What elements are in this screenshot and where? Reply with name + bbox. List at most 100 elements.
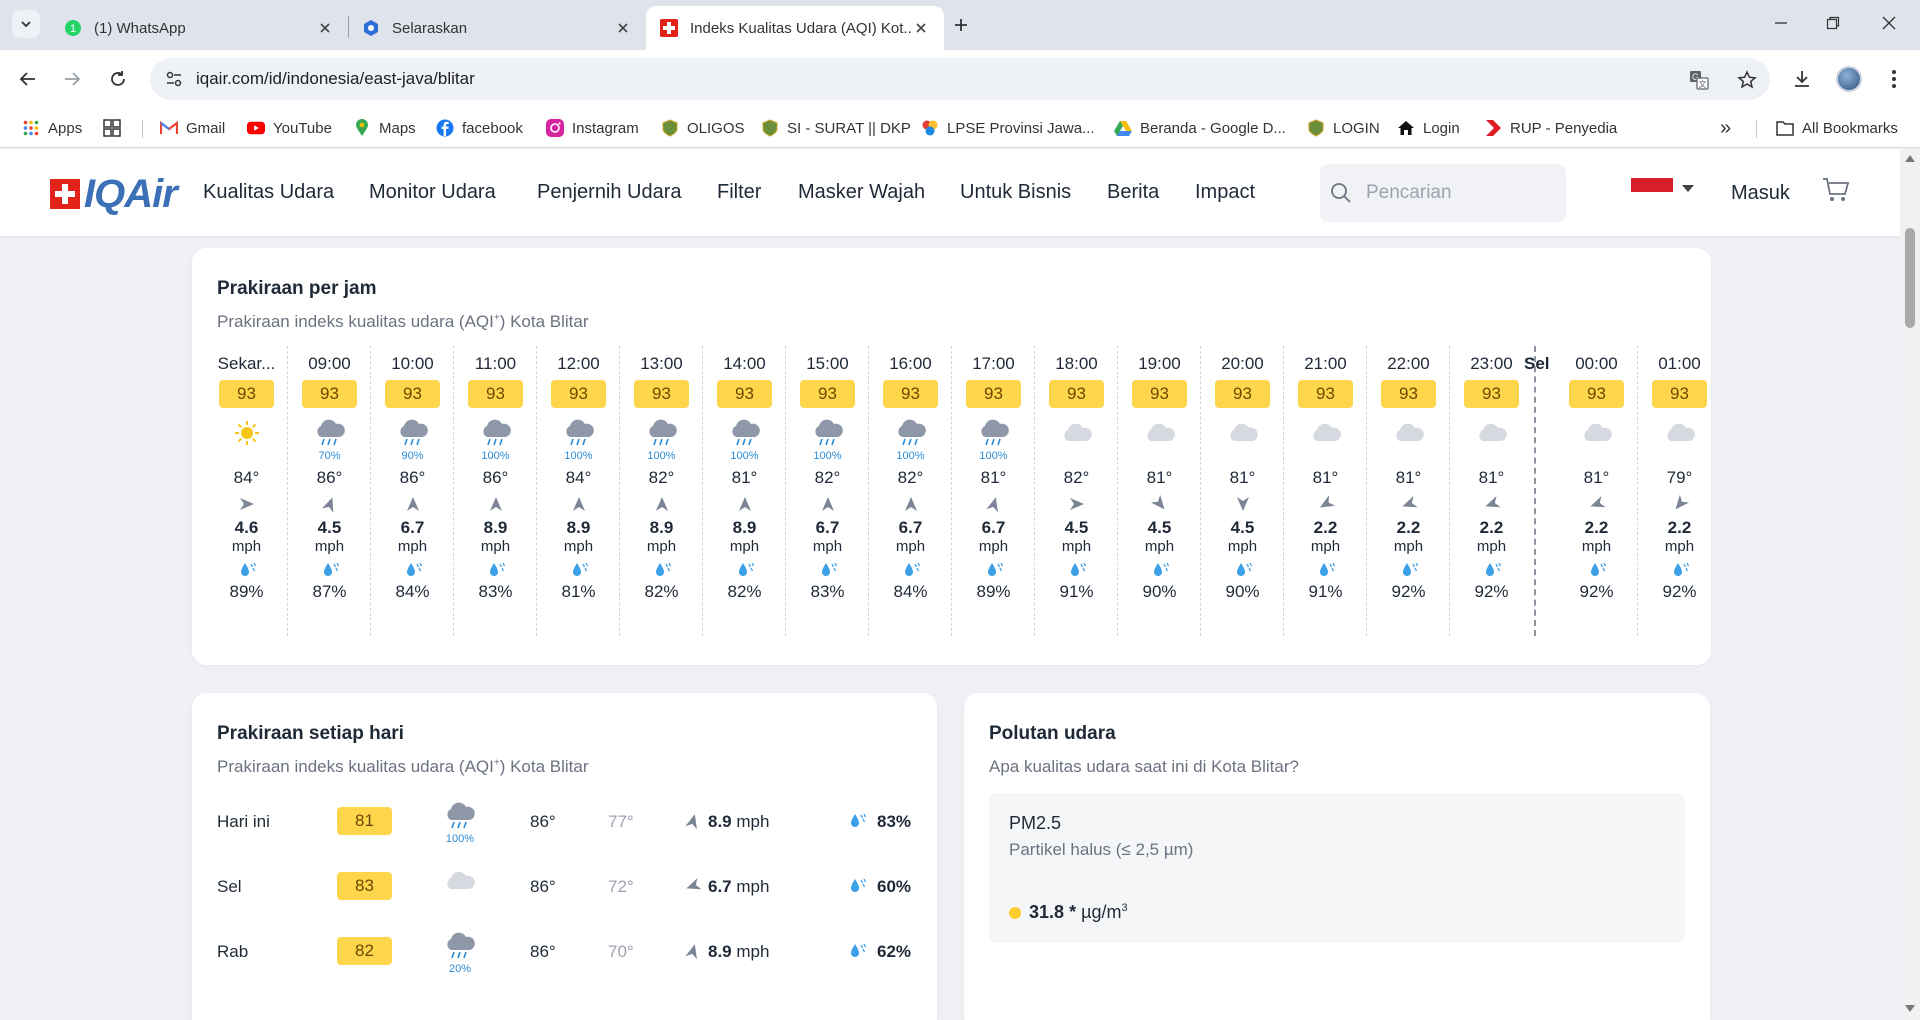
new-tab-button[interactable]	[948, 12, 974, 38]
daily-row[interactable]: Sel 83 86° 72° 60% 6.7 mph	[192, 858, 937, 918]
profile-avatar[interactable]	[1836, 66, 1862, 92]
humidity-drop-icon	[735, 560, 757, 578]
humidity-drop-icon	[847, 811, 869, 829]
more-bookmarks-button[interactable]: »	[1720, 117, 1731, 139]
bookmark-maps[interactable]: Maps	[353, 118, 416, 138]
scroll-down-arrow-icon[interactable]	[1905, 1005, 1915, 1012]
wind-speed: 4.5	[1230, 518, 1255, 537]
bookmark-gmail[interactable]: Gmail	[160, 118, 225, 138]
site-search[interactable]	[1320, 164, 1566, 222]
iqair-logo[interactable]: IQAir	[50, 172, 178, 216]
bookmark-facebook[interactable]: facebook	[436, 118, 523, 138]
back-button[interactable]	[14, 65, 42, 93]
download-icon	[1795, 71, 1809, 87]
temperature: 81°	[1146, 468, 1173, 487]
humidity-drop-icon	[1670, 560, 1692, 578]
minimize-button[interactable]	[1768, 10, 1794, 36]
tab-iqair[interactable]: Indeks Kualitas Udara (AQI) Kot...	[646, 6, 944, 50]
temperature: 86°	[316, 468, 343, 487]
tab-whatsapp[interactable]: 1 (1) WhatsApp	[50, 6, 348, 50]
rain-cloud-icon	[478, 418, 514, 448]
tab-selaraskan[interactable]: Selaraskan	[348, 6, 646, 50]
nav-filter[interactable]: Filter	[717, 181, 761, 204]
forward-button[interactable]	[58, 65, 86, 93]
nav-monitor-udara[interactable]: Monitor Udara	[369, 181, 496, 204]
scrollbar-thumb[interactable]	[1905, 228, 1915, 328]
bookmark-label: All Bookmarks	[1802, 119, 1898, 137]
humidity-drop-icon	[403, 560, 425, 578]
cart-icon[interactable]	[1822, 177, 1850, 203]
tab-search-button[interactable]	[12, 10, 40, 38]
aqi-badge: 93	[1215, 380, 1270, 408]
bookmark-rup-penyedia[interactable]: RUP - Penyedia	[1484, 118, 1617, 138]
wind-speed: 8.9	[566, 518, 591, 537]
url-text[interactable]: iqair.com/id/indonesia/east-java/blitar	[196, 69, 475, 89]
low-temperature: 77°	[608, 812, 634, 831]
nav-berita[interactable]: Berita	[1107, 181, 1159, 204]
bookmark-oligos[interactable]: OLIGOS	[661, 118, 745, 138]
bookmark-lpse[interactable]: LPSE Provinsi Jawa...	[921, 118, 1095, 138]
address-bar[interactable]: iqair.com/id/indonesia/east-java/blitar …	[150, 58, 1770, 100]
star-icon[interactable]	[1736, 69, 1758, 91]
restore-button[interactable]	[1820, 10, 1846, 36]
close-icon[interactable]	[912, 19, 930, 37]
close-icon[interactable]	[316, 19, 334, 37]
wind-direction-arrow-icon	[685, 813, 701, 830]
bookmark-login-home[interactable]: Login	[1397, 118, 1460, 138]
all-bookmarks-button[interactable]: All Bookmarks	[1776, 118, 1898, 138]
nav-kualitas-udara[interactable]: Kualitas Udara	[203, 181, 334, 204]
hour-time: 20:00	[1221, 354, 1264, 373]
browser-menu-button[interactable]	[1880, 65, 1908, 93]
close-icon[interactable]	[614, 19, 632, 37]
bookmark-instagram[interactable]: Instagram	[546, 118, 639, 138]
temperature: 81°	[1583, 468, 1610, 487]
wind-speed: 2.2	[1479, 518, 1504, 537]
pollutant-pm25[interactable]: PM2.5 Partikel halus (≤ 2,5 µm) 31.8 * µ…	[989, 793, 1685, 943]
daily-row[interactable]: Rab 82 20% 86° 70° 62% 8.9 mph	[192, 923, 937, 983]
day-name: Rab	[217, 942, 249, 961]
nav-masker-wajah[interactable]: Masker Wajah	[798, 181, 925, 204]
translate-icon[interactable]: G文	[1688, 69, 1710, 91]
search-input[interactable]	[1366, 178, 1556, 208]
aqi-badge: 93	[634, 380, 689, 408]
browser-toolbar: iqair.com/id/indonesia/east-java/blitar …	[0, 50, 1920, 108]
aqi-badge: 82	[337, 937, 392, 965]
bookmark-youtube[interactable]: YouTube	[247, 118, 332, 138]
bookmark-login-emblem[interactable]: LOGIN	[1307, 118, 1380, 138]
close-window-button[interactable]	[1876, 10, 1902, 36]
reload-button[interactable]	[104, 65, 132, 93]
wind-speed: 6.7	[815, 518, 840, 537]
site-settings-icon[interactable]	[164, 69, 184, 89]
bookmark-apps[interactable]: Apps	[22, 118, 82, 138]
scroll-up-arrow-icon[interactable]	[1905, 155, 1915, 162]
rain-chance: 90%	[401, 450, 424, 462]
arrow-right-icon	[65, 72, 81, 86]
caret-down-icon[interactable]	[1682, 185, 1694, 192]
indonesia-flag-icon[interactable]	[1631, 178, 1673, 192]
nav-impact[interactable]: Impact	[1195, 181, 1255, 204]
wind-unit: mph	[1476, 538, 1507, 555]
temperature: 81°	[1312, 468, 1339, 487]
lpse-icon	[921, 119, 939, 137]
temperature: 81°	[731, 468, 758, 487]
bookmark-si-surat[interactable]: SI - SURAT || DKP	[761, 118, 911, 138]
downloads-button[interactable]	[1788, 65, 1816, 93]
nav-penjernih-udara[interactable]: Penjernih Udara	[537, 181, 682, 204]
pollutant-name: PM2.5	[1009, 813, 1062, 833]
wind-unit: mph	[729, 538, 760, 555]
site-header: IQAir Kualitas Udara Monitor Udara Penje…	[0, 149, 1900, 236]
gmail-icon	[160, 119, 178, 137]
wind-speed: 2.2	[1396, 518, 1421, 537]
daily-list: Hari ini 81 100% 86° 77° 83% 8.9 mph Sel 83 86° 72…	[192, 793, 937, 1020]
humidity-drop-icon	[569, 560, 591, 578]
temperature: 84°	[233, 468, 260, 487]
nav-untuk-bisnis[interactable]: Untuk Bisnis	[960, 181, 1071, 204]
wind-unit: mph	[1061, 538, 1092, 555]
login-link[interactable]: Masuk	[1731, 182, 1790, 205]
bookmark-tab-groups[interactable]	[103, 118, 129, 138]
hour-time: 16:00	[889, 354, 932, 373]
wind-direction-arrow-icon	[1069, 496, 1085, 512]
hour-time: 11:00	[474, 354, 517, 373]
daily-row[interactable]: Hari ini 81 100% 86° 77° 83% 8.9 mph	[192, 793, 937, 853]
bookmark-google-drive[interactable]: Beranda - Google D...	[1114, 118, 1286, 138]
